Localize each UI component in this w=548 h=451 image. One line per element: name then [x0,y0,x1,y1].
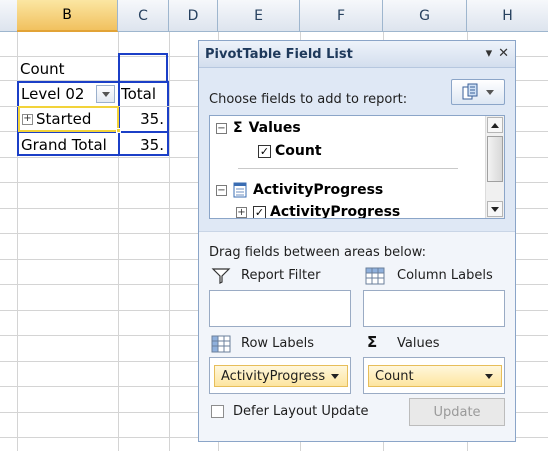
field-group-values[interactable]: − Σ Values [216,120,301,136]
selection-box-column-total [118,53,168,83]
field-group-table[interactable]: − ActivityProgress [216,182,383,198]
pivot-column-header[interactable]: Total [121,82,167,106]
drag-fields-label: Drag fields between areas below: [209,245,427,260]
pane-title: PivotTable Field List [205,46,353,62]
values-field-label: Count [375,368,414,384]
row-header-strip [0,32,17,451]
arrow-down-icon [491,206,499,212]
field-layout-icon [462,83,478,100]
arrow-up-icon [491,122,499,128]
column-header-b[interactable]: B [17,0,118,32]
row-labels-label: Row Labels [241,336,315,351]
field-list-layout-button[interactable] [451,79,505,105]
field-item-count-label: Count [275,143,322,159]
chevron-down-icon [485,374,493,379]
collapse-icon[interactable]: − [216,122,227,134]
field-list-scrollbar[interactable] [485,116,504,218]
pivot-grand-total-value[interactable]: 35. [120,133,168,157]
column-labels-icon [365,267,385,285]
checkbox-checked-icon[interactable]: ✓ [258,144,271,158]
values-field-button[interactable]: Count [368,365,502,387]
values-area-label: Values [397,336,440,351]
field-list-box[interactable]: − Σ Values ✓ Count − ActivityProgress + … [209,115,505,219]
collapse-icon[interactable]: − [216,184,227,196]
chevron-down-icon [101,91,110,97]
row-header-filter-button[interactable] [96,85,115,103]
column-header-h[interactable]: H [467,0,548,32]
expand-icon[interactable]: + [236,206,247,218]
report-filter-drop-zone[interactable] [209,290,351,327]
column-header-g[interactable]: G [383,0,467,32]
pane-menu-button[interactable]: ▾ [486,46,493,61]
pivot-row-item-value[interactable]: 35. [120,107,168,131]
close-icon[interactable]: ✕ [498,46,509,61]
pivot-field-list-pane: PivotTable Field List ▾ ✕ Choose fields … [198,40,516,442]
pivot-row-item-label: Started [36,110,92,128]
values-drop-zone[interactable]: Count [363,357,505,394]
choose-fields-label: Choose fields to add to report: [209,92,408,107]
field-item-activity-progress-label: ActivityProgress [270,204,401,219]
field-group-values-label: Values [248,120,301,136]
expand-icon[interactable]: + [22,113,33,125]
column-header-c[interactable]: C [118,0,169,32]
defer-layout-checkbox[interactable] [211,405,224,418]
chevron-down-icon [331,374,339,379]
field-list-divider [238,168,458,169]
pivot-values-caption[interactable]: Count [20,57,116,81]
report-filter-label: Report Filter [241,268,321,283]
table-icon [233,182,247,198]
sigma-icon: Σ [367,333,378,351]
pivot-grand-total-label[interactable]: Grand Total [21,133,117,157]
field-item-count[interactable]: ✓ Count [258,143,322,159]
chevron-down-icon [486,89,494,95]
column-header-row: B C D E F G H [0,0,548,32]
defer-layout-label: Defer Layout Update [233,404,369,419]
update-button[interactable]: Update [409,398,505,426]
row-labels-field-button[interactable]: ActivityProgress [214,365,348,387]
field-group-table-label: ActivityProgress [253,182,384,198]
filter-icon [211,268,231,284]
scroll-up-button[interactable] [487,117,503,133]
sigma-icon: Σ [233,120,243,136]
pivot-row-item[interactable]: + Started [22,107,116,131]
column-header-e[interactable]: E [218,0,300,32]
checkbox-checked-icon[interactable]: ✓ [253,205,266,218]
column-labels-label: Column Labels [397,268,493,283]
column-header-d[interactable]: D [169,0,218,32]
field-item-activity-progress[interactable]: + ✓ ActivityProgress [236,204,401,219]
row-labels-drop-zone[interactable]: ActivityProgress [209,357,351,394]
pane-title-bar[interactable]: PivotTable Field List ▾ ✕ [199,41,515,68]
scroll-down-button[interactable] [487,201,503,217]
scroll-thumb[interactable] [487,136,503,182]
column-header-f[interactable]: F [300,0,383,32]
column-labels-drop-zone[interactable] [363,290,505,327]
row-labels-icon [211,335,231,353]
pivot-row-header[interactable]: Level 02 [21,82,91,106]
row-labels-field-label: ActivityProgress [221,368,326,384]
